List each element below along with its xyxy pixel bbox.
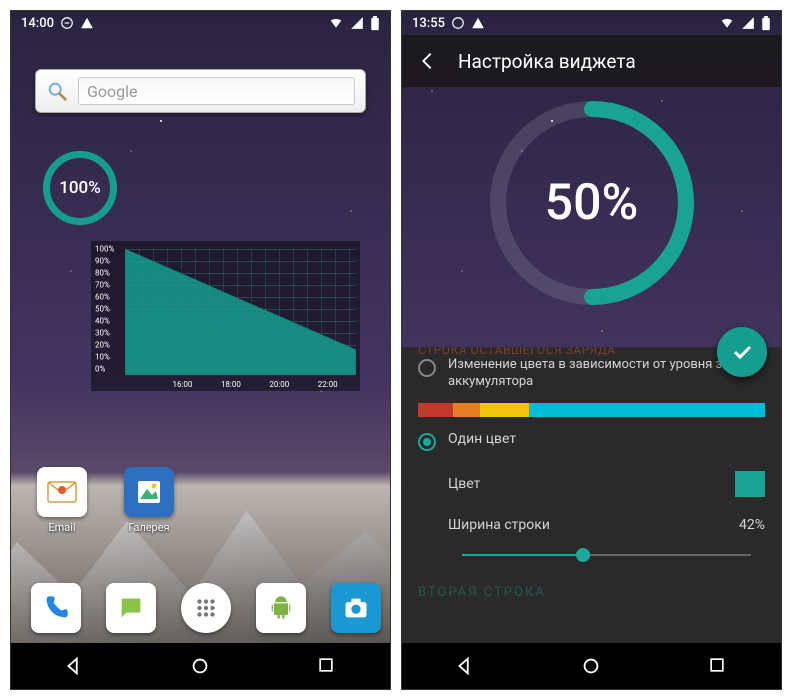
- radio-icon: [418, 359, 436, 377]
- preview-percent: 50%: [484, 95, 700, 311]
- battery-icon: [370, 16, 380, 31]
- warning-icon: [471, 16, 485, 30]
- section-header-remaining: СТРОКА ОСТАВШЕГОСЯ ЗАРЯДА: [418, 347, 616, 357]
- option-single-label: Один цвет: [448, 431, 516, 447]
- page-title: Настройка виджета: [458, 50, 636, 73]
- color-label: Цвет: [448, 476, 480, 492]
- width-row: Ширина строки 42%: [418, 507, 765, 543]
- gradient-preview: [418, 403, 765, 417]
- status-bar: 14:00: [11, 11, 390, 35]
- settings-panel: СТРОКА ОСТАВШЕГОСЯ ЗАРЯДА Изменение цвет…: [402, 347, 781, 643]
- chart-y-10: 10%: [95, 353, 110, 362]
- battery-icon: [761, 16, 771, 31]
- app-gallery[interactable]: Галерея: [118, 467, 180, 534]
- chart-y-50: 50%: [95, 305, 110, 314]
- gallery-icon: [124, 467, 174, 517]
- chart-y-20: 20%: [95, 341, 110, 350]
- nav-bar: [402, 643, 781, 689]
- android-icon: [256, 583, 306, 633]
- battery-ring-widget[interactable]: 100%: [43, 151, 117, 225]
- chart-y-100: 100%: [95, 245, 114, 254]
- app-email[interactable]: Email: [31, 467, 93, 534]
- chart-area: [125, 249, 356, 375]
- status-time: 14:00: [21, 16, 54, 31]
- chart-x-16: 16:00: [172, 380, 192, 389]
- app-messages[interactable]: [106, 583, 156, 633]
- app-email-label: Email: [48, 521, 75, 534]
- signal-icon: [350, 16, 364, 30]
- color-swatch[interactable]: [735, 471, 765, 497]
- nav-back[interactable]: [454, 655, 476, 677]
- preview-ring: 50%: [484, 95, 700, 311]
- nav-recent[interactable]: [707, 655, 729, 677]
- email-icon: [37, 467, 87, 517]
- wifi-icon: [719, 16, 735, 30]
- option-gradient-label: Изменение цвета в зависимости от уровня …: [448, 357, 765, 391]
- dock: [31, 583, 370, 633]
- option-single-color[interactable]: Один цвет: [418, 425, 765, 461]
- chart-y-80: 80%: [95, 269, 110, 278]
- nav-bar: [11, 643, 390, 689]
- chart-y-30: 30%: [95, 329, 110, 338]
- search-input[interactable]: Google: [78, 77, 355, 105]
- width-slider[interactable]: [462, 543, 751, 567]
- status-bar: 13:55: [402, 11, 781, 35]
- chart-y-40: 40%: [95, 317, 110, 326]
- warning-icon: [80, 16, 94, 30]
- app-row-labeled: Email Галерея: [31, 467, 180, 534]
- app-android[interactable]: [256, 583, 306, 633]
- chart-y-0: 0%: [95, 365, 105, 374]
- battery-chart-widget[interactable]: 100% 90% 80% 70% 60% 50% 40% 30% 20% 10%…: [91, 241, 360, 391]
- phone-left: 14:00 Google 1: [10, 10, 391, 690]
- chart-y-90: 90%: [95, 257, 110, 266]
- nav-home[interactable]: [189, 655, 211, 677]
- back-icon[interactable]: [416, 50, 438, 72]
- app-drawer[interactable]: [181, 583, 231, 633]
- search-widget[interactable]: Google: [35, 69, 366, 113]
- section-header-second: ВТОРАЯ СТРОКА: [418, 585, 765, 600]
- camera-icon: [331, 583, 381, 633]
- width-value: 42%: [739, 517, 765, 533]
- signal-icon: [741, 16, 755, 30]
- chart-x-20: 20:00: [269, 380, 289, 389]
- speed-icon: [451, 16, 465, 30]
- widget-preview: 50%: [402, 87, 781, 347]
- chart-y-70: 70%: [95, 281, 110, 290]
- width-label: Ширина строки: [448, 517, 550, 533]
- messages-icon: [106, 583, 156, 633]
- color-row[interactable]: Цвет: [418, 461, 765, 507]
- app-bar: Настройка виджета: [402, 35, 781, 87]
- search-icon: [46, 80, 68, 102]
- chart-y-60: 60%: [95, 293, 110, 302]
- radio-icon-checked: [418, 433, 436, 451]
- search-placeholder: Google: [87, 82, 138, 101]
- phone-right: 13:55 Настройка виджета 50% СТРОКА ОСТАВ…: [401, 10, 782, 690]
- nav-recent[interactable]: [316, 655, 338, 677]
- battery-percent: 100%: [43, 151, 117, 225]
- app-phone[interactable]: [31, 583, 81, 633]
- phone-icon: [31, 583, 81, 633]
- chart-x-22: 22:00: [318, 380, 338, 389]
- drawer-icon: [181, 583, 231, 633]
- speed-icon: [60, 16, 74, 30]
- status-time: 13:55: [412, 16, 445, 31]
- nav-home[interactable]: [580, 655, 602, 677]
- nav-back[interactable]: [63, 655, 85, 677]
- chart-x-18: 18:00: [221, 380, 241, 389]
- wifi-icon: [328, 16, 344, 30]
- confirm-fab[interactable]: [717, 327, 767, 377]
- app-camera[interactable]: [331, 583, 381, 633]
- app-gallery-label: Галерея: [128, 521, 169, 534]
